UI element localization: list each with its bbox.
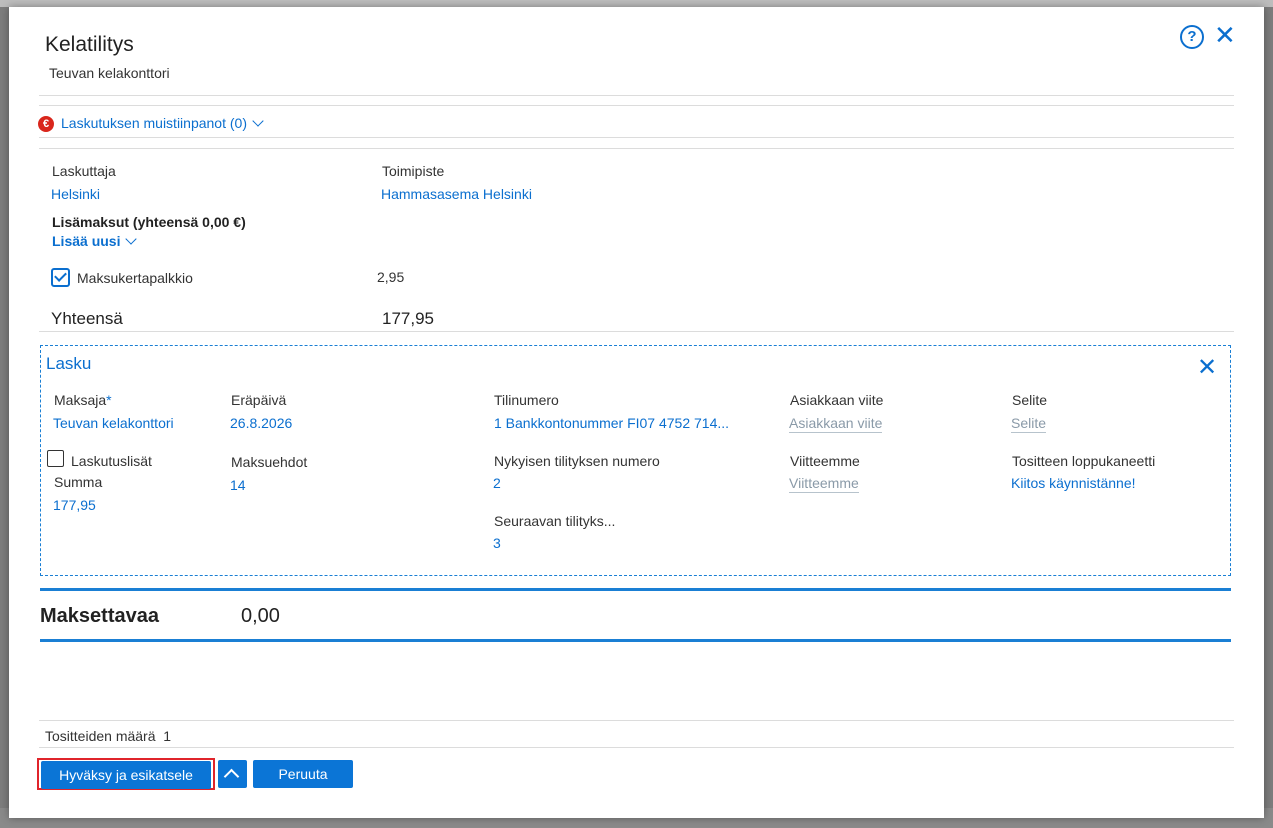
terms-value[interactable]: 14 <box>230 477 246 493</box>
chevron-down-icon <box>125 233 138 245</box>
divider <box>39 747 1234 748</box>
background-app-strip <box>0 0 1273 7</box>
divider <box>39 105 1234 106</box>
add-new-label: Lisää uusi <box>52 233 121 249</box>
sum-label: Summa <box>54 474 103 490</box>
customer-ref-label: Asiakkaan viite <box>790 392 884 408</box>
close-icon[interactable]: ✕ <box>1214 21 1236 49</box>
billing-notes-label: Laskutuksen muistiinpanot (0) <box>61 115 247 131</box>
invoice-title: Lasku <box>46 354 92 373</box>
biller-label: Laskuttaja <box>52 163 116 179</box>
office-label: Toimipiste <box>382 163 445 179</box>
total-label: Yhteensä <box>51 309 123 328</box>
required-marker: * <box>106 392 112 408</box>
payer-label-text: Maksaja <box>54 392 107 408</box>
our-ref-label: Viitteemme <box>790 453 860 469</box>
payer-label: Maksaja* <box>54 392 112 408</box>
chevron-up-icon <box>223 768 240 785</box>
cancel-button[interactable]: Peruuta <box>253 760 353 788</box>
euro-icon: € <box>38 116 54 132</box>
voucher-count: Tositteiden määrä 1 <box>45 728 171 744</box>
next-settlement-value[interactable]: 3 <box>493 535 501 551</box>
voucher-count-value: 1 <box>163 728 172 744</box>
approve-and-preview-button[interactable]: Hyväksy ja esikatsele <box>41 761 211 789</box>
description-label: Selite <box>1012 392 1048 408</box>
payable-label: Maksettavaa <box>40 605 159 627</box>
billing-notes-toggle[interactable]: Laskutuksen muistiinpanot (0) <box>61 115 264 131</box>
invoice-extras-label: Laskutuslisät <box>71 453 152 469</box>
payable-top-rule <box>40 588 1231 591</box>
divider <box>39 331 1234 332</box>
due-date-label: Eräpäivä <box>231 392 287 408</box>
our-ref-input[interactable]: Viitteemme <box>789 475 859 493</box>
divider <box>39 95 1234 96</box>
footer-note-value[interactable]: Kiitos käynnistänne! <box>1011 475 1136 491</box>
divider <box>39 148 1234 149</box>
voucher-count-label: Tositteiden määrä <box>45 728 156 744</box>
help-circle-icon[interactable]: ? <box>1180 25 1204 49</box>
fee-item-label: Maksukertapalkkio <box>77 270 193 286</box>
current-settlement-label: Nykyisen tilityksen numero <box>494 453 660 469</box>
add-new-fee-button[interactable]: Lisää uusi <box>52 233 138 249</box>
expand-options-button[interactable] <box>218 760 247 788</box>
account-label: Tilinumero <box>494 392 559 408</box>
kelatilitys-dialog: Kelatilitys Teuvan kelakonttori ? ✕ € La… <box>9 7 1264 818</box>
payable-bottom-rule <box>40 639 1231 642</box>
chevron-down-icon <box>252 115 264 127</box>
extra-fees-title: Lisämaksut (yhteensä 0,00 €) <box>52 214 246 230</box>
sum-value[interactable]: 177,95 <box>53 497 96 513</box>
biller-value[interactable]: Helsinki <box>51 186 100 202</box>
footer-note-label: Tositteen loppukaneetti <box>1012 453 1156 469</box>
due-date-value[interactable]: 26.8.2026 <box>230 415 292 431</box>
dialog-title: Kelatilitys <box>45 33 134 56</box>
next-settlement-label: Seuraavan tilityks... <box>494 513 616 529</box>
payer-value[interactable]: Teuvan kelakonttori <box>53 415 174 431</box>
current-settlement-value[interactable]: 2 <box>493 475 501 491</box>
payable-value: 0,00 <box>241 605 280 627</box>
maksukertapalkkio-checkbox[interactable] <box>51 268 70 287</box>
divider <box>39 137 1234 138</box>
divider <box>39 720 1234 721</box>
office-value[interactable]: Hammasasema Helsinki <box>381 186 532 202</box>
fee-item-value: 2,95 <box>377 269 405 285</box>
invoice-extras-checkbox[interactable] <box>47 450 64 467</box>
description-input[interactable]: Selite <box>1011 415 1047 433</box>
terms-label: Maksuehdot <box>231 454 308 470</box>
total-value: 177,95 <box>382 309 434 328</box>
customer-ref-input[interactable]: Asiakkaan viite <box>789 415 883 433</box>
close-icon[interactable]: ✕ <box>1197 356 1217 380</box>
account-value[interactable]: 1 Bankkontonummer FI07 4752 714... <box>494 415 729 431</box>
dialog-subtitle: Teuvan kelakonttori <box>49 65 170 81</box>
